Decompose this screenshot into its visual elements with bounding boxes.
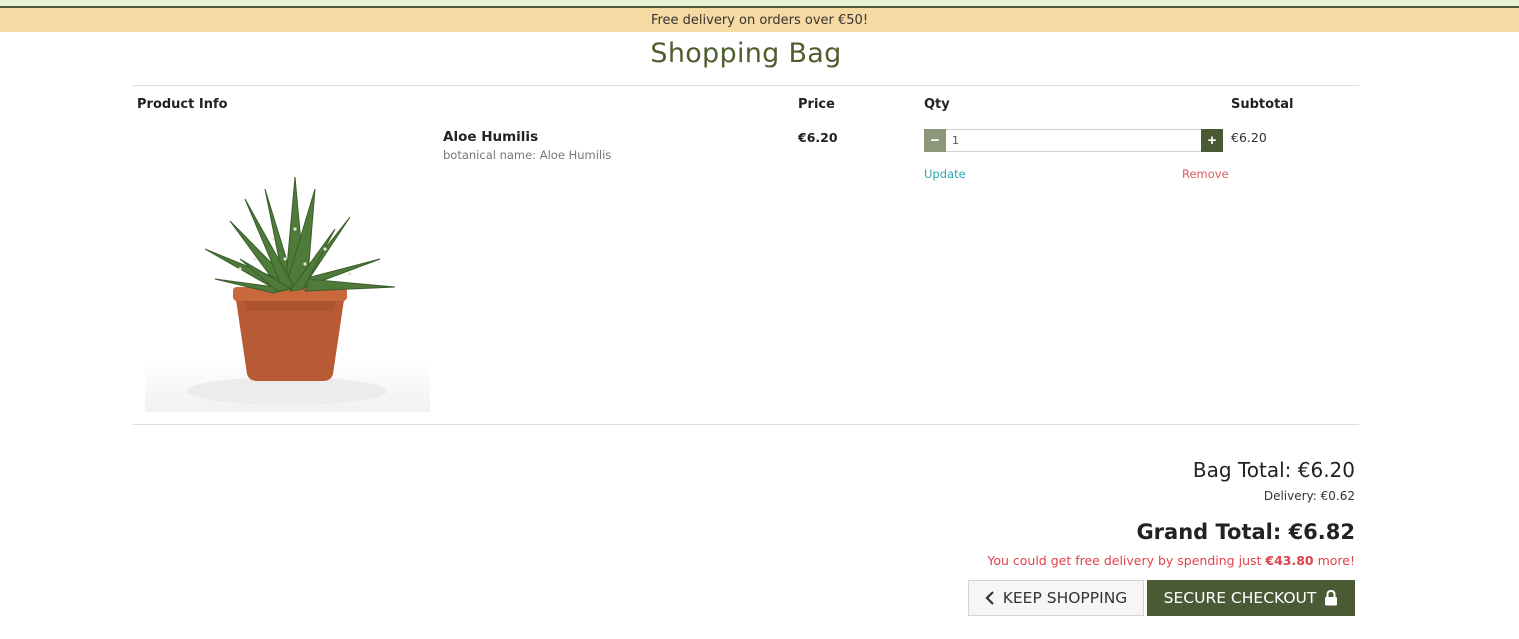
- divider: [133, 424, 1359, 425]
- keep-shopping-button[interactable]: KEEP SHOPPING: [968, 580, 1144, 616]
- increment-button[interactable]: +: [1201, 129, 1223, 152]
- chevron-left-icon: [985, 591, 995, 605]
- keep-shopping-label: KEEP SHOPPING: [1002, 589, 1128, 607]
- free-delivery-suffix: more!: [1313, 553, 1355, 568]
- product-image: [145, 129, 430, 412]
- banner-text: Free delivery on orders over €50!: [650, 12, 869, 28]
- remove-link[interactable]: Remove: [1182, 167, 1229, 181]
- header-subtotal: Subtotal: [1231, 97, 1294, 112]
- lock-icon: [1324, 590, 1338, 606]
- update-link[interactable]: Update: [924, 167, 966, 181]
- secure-checkout-label: SECURE CHECKOUT: [1163, 589, 1317, 607]
- free-delivery-note: You could get free delivery by spending …: [987, 553, 1355, 568]
- delivery-cost: Delivery: €0.62: [1263, 489, 1355, 503]
- grand-total: Grand Total: €6.82: [1136, 520, 1355, 544]
- free-delivery-prefix: You could get free delivery by spending …: [987, 553, 1266, 568]
- free-delivery-banner: Free delivery on orders over €50!: [0, 8, 1519, 32]
- top-accent-strip: [0, 0, 1519, 8]
- product-name: Aloe Humilis: [443, 129, 539, 145]
- header-product-info: Product Info: [137, 97, 228, 112]
- product-price: €6.20: [798, 130, 838, 145]
- header-qty: Qty: [924, 97, 950, 112]
- page-title: Shopping Bag: [650, 38, 842, 69]
- divider: [133, 85, 1359, 86]
- product-botanical-name: botanical name: Aloe Humilis: [443, 148, 612, 162]
- header-price: Price: [798, 97, 835, 112]
- bag-total: Bag Total: €6.20: [1192, 458, 1355, 482]
- free-delivery-amount: €43.80: [1265, 553, 1314, 568]
- product-subtotal: €6.20: [1231, 130, 1267, 145]
- secure-checkout-button[interactable]: SECURE CHECKOUT: [1147, 580, 1355, 616]
- quantity-input[interactable]: [946, 130, 1201, 151]
- decrement-button[interactable]: −: [924, 129, 946, 152]
- quantity-stepper: − +: [924, 129, 1223, 152]
